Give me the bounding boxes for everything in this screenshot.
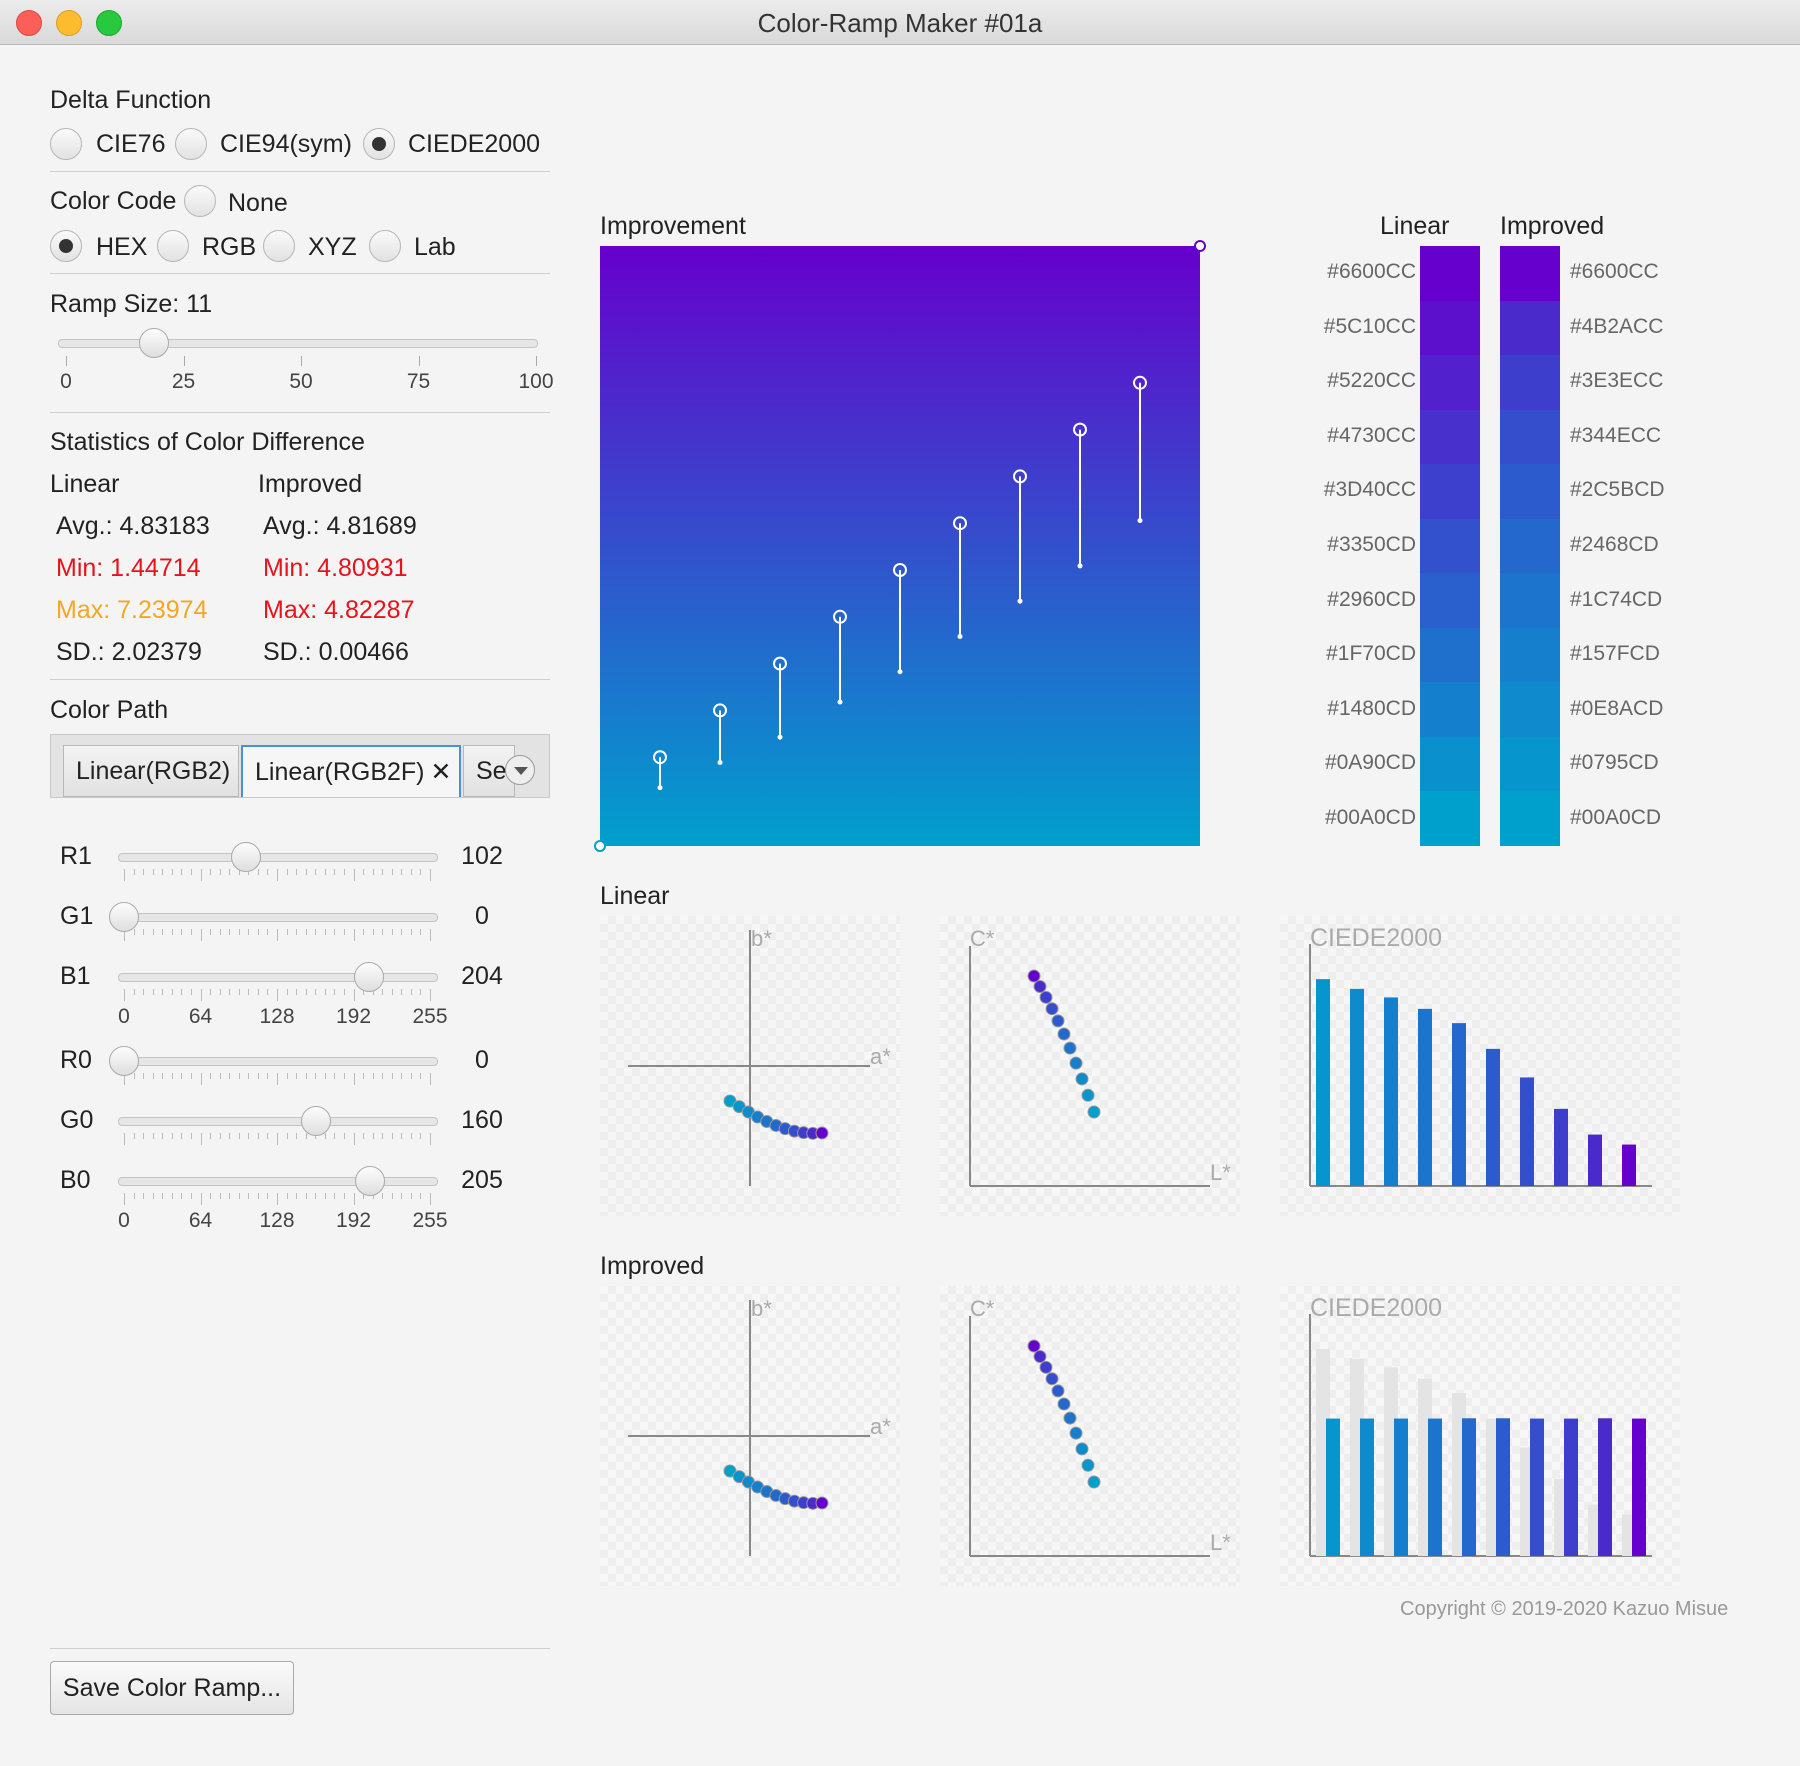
improved-ciede-title: CIEDE2000: [1310, 1294, 1442, 1322]
ciede-bar: [1394, 1418, 1408, 1556]
ciede-bar: [1316, 979, 1330, 1186]
ciede-bar: [1588, 1134, 1602, 1186]
ciede-bar: [1632, 1418, 1646, 1556]
axis-label-l: L*: [1210, 1160, 1231, 1185]
copyright: Copyright © 2019-2020 Kazuo Misue: [1400, 1598, 1729, 1620]
axis-label-c: C*: [970, 1296, 995, 1321]
ab-point: [815, 1496, 829, 1510]
ciede-bar: [1462, 1418, 1476, 1556]
ciede-bar: [1564, 1418, 1578, 1556]
lc-point: [1075, 1072, 1089, 1086]
lc-point: [1045, 1002, 1059, 1016]
ciede-bar: [1452, 1023, 1466, 1186]
lc-point: [1081, 1088, 1095, 1102]
lc-point: [1069, 1056, 1083, 1070]
app-window: Color-Ramp Maker #01a Delta Function CIE…: [0, 0, 1800, 1766]
lc-point: [1033, 1350, 1047, 1364]
ab-point: [815, 1126, 829, 1140]
lc-point: [1045, 1372, 1059, 1386]
lc-point: [1057, 1027, 1071, 1041]
lc-point: [1063, 1041, 1077, 1055]
lc-point: [1033, 980, 1047, 994]
axis-label-c: C*: [970, 926, 995, 951]
ciede-bar: [1598, 1418, 1612, 1556]
lc-point: [1069, 1426, 1083, 1440]
ciede-bar: [1496, 1418, 1510, 1556]
axis-label-a: a*: [870, 1044, 891, 1069]
plots-overlay: b* a* C* L* CIEDE2000 b* a* C* L* CIEDE2…: [628, 924, 1652, 1557]
lc-point: [1027, 1339, 1041, 1353]
ciede-bar: [1350, 988, 1364, 1186]
lc-point: [1075, 1442, 1089, 1456]
axis-label-b: b*: [751, 1296, 772, 1321]
ciede-bar: [1554, 1108, 1568, 1186]
ciede-bar: [1520, 1077, 1534, 1186]
linear-ciede-title: CIEDE2000: [1310, 924, 1442, 952]
lc-point: [1039, 1360, 1053, 1374]
ciede-bar: [1530, 1418, 1544, 1556]
lc-point: [1081, 1458, 1095, 1472]
axis-label-l: L*: [1210, 1530, 1231, 1555]
lc-point: [1057, 1397, 1071, 1411]
lc-point: [1039, 990, 1053, 1004]
ciede-bar: [1622, 1144, 1636, 1186]
lc-point: [1051, 1384, 1065, 1398]
lc-point: [1051, 1014, 1065, 1028]
lc-point: [1063, 1411, 1077, 1425]
axis-label-a: a*: [870, 1414, 891, 1439]
ciede-bar: [1418, 1008, 1432, 1186]
lc-point: [1087, 1475, 1101, 1489]
ciede-bar: [1428, 1418, 1442, 1556]
ciede-bar: [1326, 1418, 1340, 1556]
axis-label-b: b*: [751, 926, 772, 951]
ciede-bar: [1486, 1048, 1500, 1186]
lc-point: [1027, 969, 1041, 983]
ciede-bar: [1360, 1418, 1374, 1556]
ciede-bar: [1384, 997, 1398, 1186]
lc-point: [1087, 1105, 1101, 1119]
